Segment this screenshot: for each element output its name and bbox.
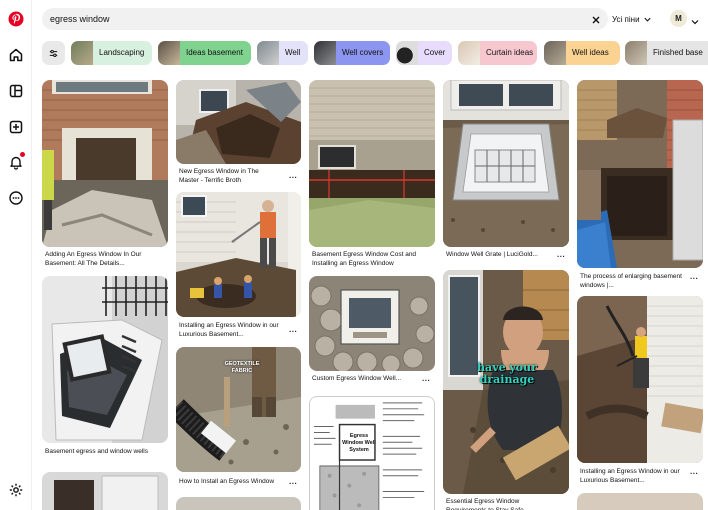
- pin-image[interactable]: [309, 80, 435, 247]
- pin-caption[interactable]: Adding An Egress Window In Our Basement:…: [45, 251, 160, 268]
- chip-label: Curtain ideas: [480, 41, 537, 65]
- create-icon[interactable]: [8, 119, 24, 135]
- pinterest-logo-icon[interactable]: [8, 11, 24, 27]
- pin-image[interactable]: [176, 192, 301, 317]
- sliders-icon: [49, 49, 58, 57]
- chip-label: Well ideas: [566, 41, 620, 65]
- search-input[interactable]: [50, 12, 570, 26]
- chip-thumbnail: [544, 41, 566, 65]
- chip-thumbnail: [625, 41, 647, 65]
- notification-dot: [20, 152, 25, 157]
- chip-well[interactable]: Well: [257, 41, 308, 65]
- pin-caption[interactable]: Window Well Grate | LuciGold...: [446, 251, 556, 260]
- pin-image[interactable]: [176, 497, 301, 510]
- more-options-icon[interactable]: ...: [289, 325, 297, 334]
- pin-image[interactable]: [577, 80, 703, 268]
- more-options-icon[interactable]: ...: [690, 272, 698, 281]
- more-options-icon[interactable]: ...: [557, 250, 565, 259]
- pin-image[interactable]: [176, 80, 301, 164]
- more-options-icon[interactable]: ...: [289, 171, 297, 180]
- pin-image[interactable]: [42, 276, 168, 443]
- pin-overlay-label: GEOTEXTILE FABRIC: [224, 361, 260, 374]
- overlay-line-2: drainage: [479, 373, 535, 386]
- pin-caption[interactable]: The process of enlarging basement window…: [580, 273, 690, 290]
- chip-label: Ideas basement: [180, 41, 251, 65]
- avatar[interactable]: M: [670, 10, 687, 27]
- pin-overlay-caption: have your drainage: [462, 362, 552, 386]
- chip-label: Well: [279, 41, 308, 65]
- pin-caption[interactable]: How to Install an Egress Window: [179, 478, 289, 487]
- more-options-icon[interactable]: ...: [690, 467, 698, 476]
- pin-caption[interactable]: Custom Egress Window Well...: [312, 375, 427, 384]
- chip-thumbnail: [257, 41, 279, 65]
- pin-image[interactable]: [577, 493, 703, 510]
- chip-thumbnail: [71, 41, 93, 65]
- pin-caption[interactable]: New Egress Window in The Master - Terrif…: [179, 168, 279, 185]
- pin-caption[interactable]: Essential Egress Window Requirements to …: [446, 498, 556, 510]
- more-options-icon[interactable]: ...: [422, 374, 430, 383]
- pin-caption[interactable]: Installing an Egress Window in our Luxur…: [580, 468, 690, 485]
- chip-curtain-ideas[interactable]: Curtain ideas: [458, 41, 537, 65]
- filters-button[interactable]: [42, 41, 65, 65]
- chip-thumbnail: [314, 41, 336, 65]
- pin-image[interactable]: [42, 80, 168, 247]
- chip-label: Finished base: [647, 41, 708, 65]
- pin-filter-dropdown[interactable]: Усі піни: [612, 8, 662, 30]
- chip-label: Cover: [418, 41, 452, 65]
- account-chevron-icon[interactable]: [690, 14, 700, 25]
- pin-image[interactable]: [577, 296, 703, 463]
- pin-caption[interactable]: Installing an Egress Window in our Luxur…: [179, 322, 279, 339]
- chip-well-covers[interactable]: Well covers: [314, 41, 390, 65]
- chip-label: Landscaping: [93, 41, 152, 65]
- sidebar: [0, 0, 32, 510]
- settings-icon[interactable]: [8, 482, 24, 498]
- pin-image[interactable]: [42, 472, 168, 510]
- chip-well-ideas[interactable]: Well ideas: [544, 41, 620, 65]
- more-options-icon[interactable]: ...: [289, 477, 297, 486]
- chip-cover[interactable]: Cover: [396, 41, 452, 65]
- chip-ideas-basement[interactable]: Ideas basement: [158, 41, 251, 65]
- chip-finished-basement[interactable]: Finished base: [625, 41, 708, 65]
- diagram-title: Egress Window Well System: [342, 433, 376, 453]
- chip-thumbnail: [458, 41, 480, 65]
- search-refinement-chips: Landscaping Ideas basement Well Well cov…: [42, 41, 708, 65]
- pin-caption[interactable]: Basement egress and window wells: [45, 448, 160, 457]
- pin-image[interactable]: [309, 276, 435, 371]
- explore-icon[interactable]: [8, 83, 24, 99]
- messages-icon[interactable]: [8, 190, 24, 206]
- chip-label: Well covers: [336, 41, 390, 65]
- home-icon[interactable]: [8, 47, 24, 63]
- chevron-down-icon: [643, 17, 651, 22]
- pin-image[interactable]: [443, 80, 569, 247]
- chip-landscaping[interactable]: Landscaping: [71, 41, 152, 65]
- clear-search-icon[interactable]: [590, 13, 602, 25]
- pin-caption[interactable]: Basement Egress Window Cost and Installi…: [312, 251, 427, 268]
- chip-thumbnail: [396, 41, 418, 65]
- search-bar: [42, 8, 608, 30]
- pin-filter-label: Усі піни: [612, 14, 640, 24]
- chip-thumbnail: [158, 41, 180, 65]
